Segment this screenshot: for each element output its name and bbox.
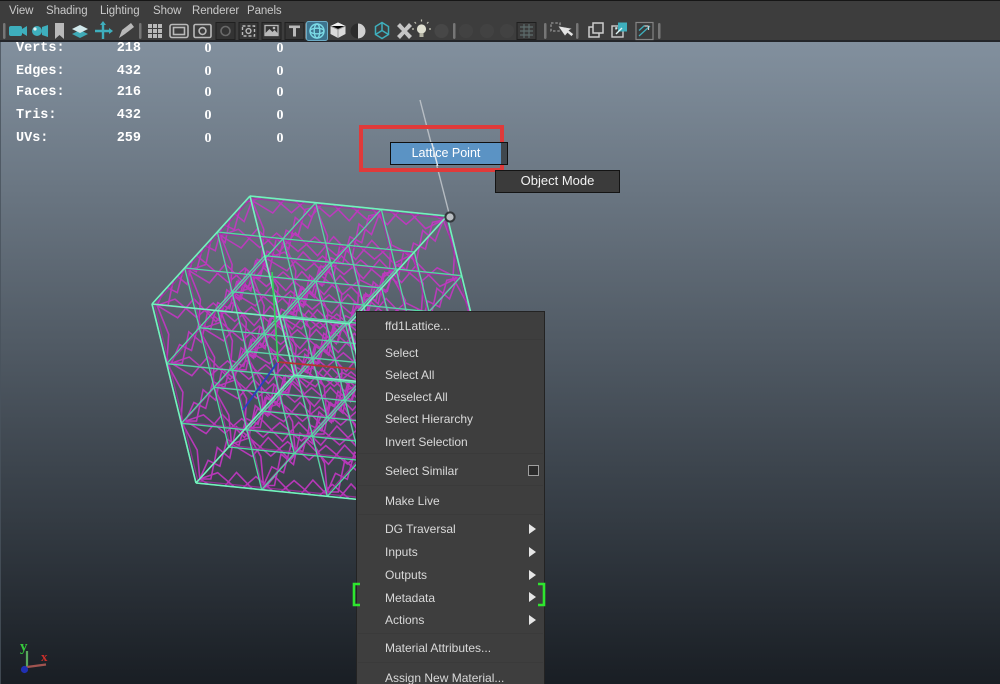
svg-text:x: x — [41, 649, 48, 664]
svg-text:y: y — [20, 639, 28, 655]
